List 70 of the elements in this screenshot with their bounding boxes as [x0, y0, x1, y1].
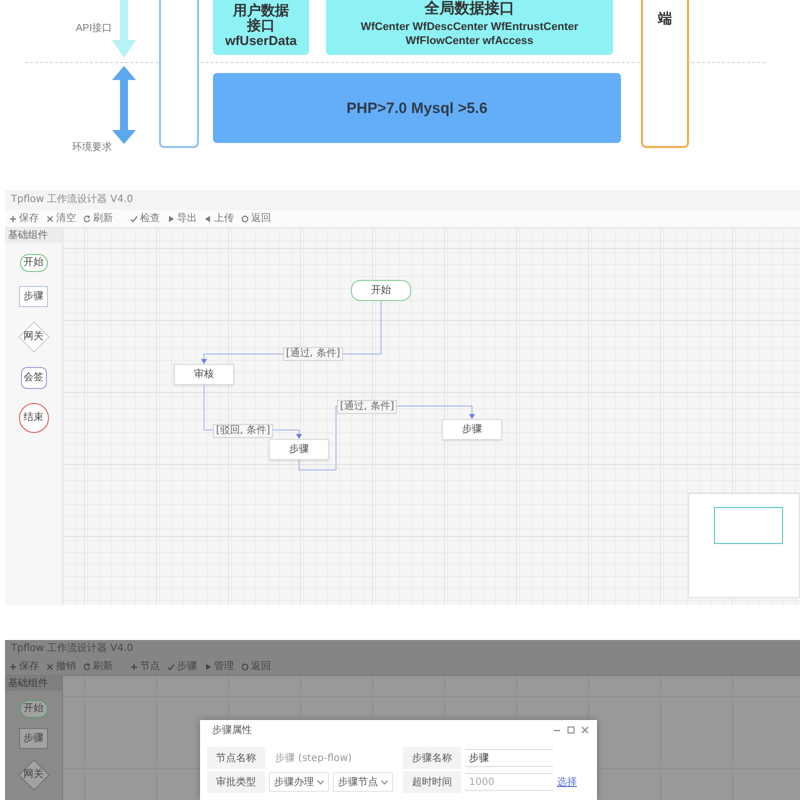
- toolbar-button[interactable]: 刷新: [83, 212, 113, 224]
- toolbar-button[interactable]: 清空: [46, 212, 76, 224]
- step-node[interactable]: 步骤: [442, 419, 502, 440]
- dropdown[interactable]: 步骤办理: [269, 772, 329, 792]
- check-icon: [130, 214, 138, 222]
- cross-icon: [46, 662, 54, 670]
- axis-label: API接口: [76, 22, 112, 35]
- down-arrow: [112, 0, 136, 58]
- interface-subtitle: WfCenter WfDescCenter WfEntrustCenter WfFlowCenter wfAccess: [360, 20, 580, 48]
- toolbar-button[interactable]: 步骤: [167, 660, 197, 672]
- text-field[interactable]: 步骤: [465, 749, 553, 767]
- toolbar-button[interactable]: 保存: [9, 212, 39, 224]
- toolbar-button[interactable]: 刷新: [83, 660, 113, 672]
- panel-label: 端: [658, 10, 672, 26]
- refresh-icon: [83, 214, 91, 222]
- caret-icon: [381, 780, 388, 784]
- toolbar-button[interactable]: 保存: [9, 660, 39, 672]
- text-field[interactable]: 1000: [465, 773, 553, 791]
- environment-banner: PHP>7.0 Mysql >5.6: [213, 73, 621, 143]
- toolbar-button[interactable]: 检查: [130, 212, 160, 224]
- toolbar-button[interactable]: 管理: [204, 660, 234, 672]
- maximize-icon[interactable]: [567, 726, 575, 734]
- axis-label: 环境要求: [72, 140, 112, 154]
- step-node[interactable]: 步骤: [19, 728, 48, 749]
- palette-title: 基础组件: [5, 228, 62, 243]
- start-node[interactable]: 开始: [20, 700, 48, 718]
- dropdown[interactable]: 步骤节点: [333, 772, 393, 792]
- close-icon[interactable]: [581, 726, 589, 734]
- toolbar-button[interactable]: 撤销: [46, 660, 76, 672]
- field-label: 超时时间: [403, 771, 461, 793]
- field-value: 步骤 (step-flow): [274, 752, 352, 765]
- end-node[interactable]: 结束: [18, 403, 48, 433]
- caret-icon: [317, 780, 324, 784]
- circle-icon: [241, 214, 249, 222]
- subflow-node[interactable]: 会签: [20, 367, 46, 389]
- plus-icon: [9, 662, 17, 670]
- toolbar-button[interactable]: 导出: [167, 212, 197, 224]
- plus-icon: [9, 214, 17, 222]
- dialog-title: 步骤属性: [212, 724, 252, 737]
- plus-icon: [130, 662, 138, 670]
- toolbar-button[interactable]: 返回: [241, 212, 271, 224]
- step-node[interactable]: 步骤: [19, 286, 48, 307]
- select-link[interactable]: 选择: [557, 775, 577, 789]
- circle-icon: [241, 662, 249, 670]
- connector-label: [通过, 条件]: [337, 400, 398, 414]
- connector-label: [驳回, 条件]: [213, 424, 274, 438]
- field-label: 审批类型: [207, 771, 265, 793]
- gateway-node[interactable]: 网关: [18, 759, 50, 791]
- toolbar-button[interactable]: 上传: [204, 212, 234, 224]
- gateway-node[interactable]: 网关: [18, 321, 50, 353]
- start-node[interactable]: 开始: [20, 254, 48, 272]
- field-label: 步骤名称: [403, 747, 461, 769]
- interface-title: 全局数据接口: [424, 0, 514, 17]
- step-node[interactable]: 审核: [174, 364, 234, 385]
- right-triangle-icon: [204, 662, 212, 670]
- toolbar-button[interactable]: 节点: [130, 660, 160, 672]
- interface-subtitle: wfUserData: [225, 33, 297, 48]
- interface-title: 用户数据接口: [232, 3, 290, 33]
- step-node[interactable]: 步骤: [269, 439, 329, 460]
- left-triangle-icon: [204, 214, 212, 222]
- field-label: 节点名称: [207, 747, 265, 769]
- start-node[interactable]: 开始: [351, 280, 411, 301]
- palette-title: 基础组件: [5, 676, 62, 691]
- check-icon: [167, 662, 175, 670]
- cross-icon: [46, 214, 54, 222]
- minimap-viewport[interactable]: [714, 507, 783, 544]
- refresh-icon: [83, 662, 91, 670]
- right-triangle-icon: [167, 214, 175, 222]
- connector-label: [通过, 条件]: [283, 347, 344, 361]
- toolbar-button[interactable]: 返回: [241, 660, 271, 672]
